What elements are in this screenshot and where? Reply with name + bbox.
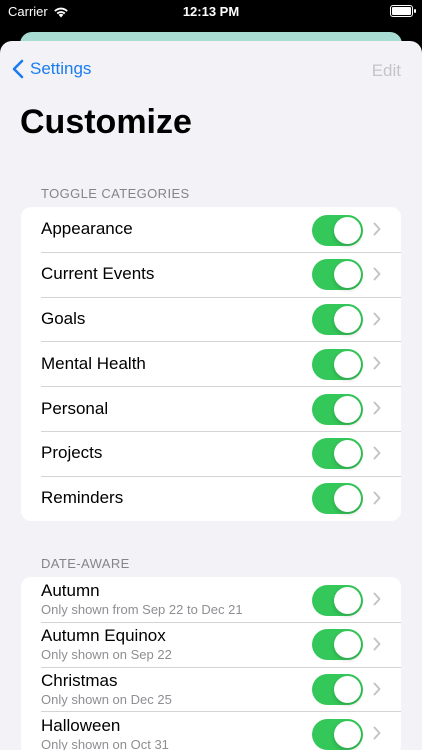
status-time: 12:13 PM — [182, 4, 240, 19]
list-item[interactable]: Mental Health — [21, 341, 401, 386]
toggle-knob — [334, 261, 361, 289]
toggle-switch[interactable] — [312, 348, 363, 380]
toggle-knob — [334, 676, 361, 704]
row-label: Projects — [41, 443, 103, 463]
list-item[interactable]: Personal — [21, 386, 401, 431]
list-item[interactable]: Goals — [21, 296, 401, 342]
toggle-switch[interactable] — [312, 629, 363, 661]
row-label: Goals — [41, 308, 86, 328]
chevron-right-icon — [373, 491, 381, 505]
toggle-knob — [334, 631, 361, 659]
list-item[interactable]: Autumn Only shown from Sep 22 to Dec 21 — [21, 577, 401, 622]
toggle-switch[interactable] — [312, 214, 363, 246]
toggle-knob — [334, 720, 361, 748]
row-subtitle: Only shown on Oct 31 — [41, 736, 169, 750]
row-label: Reminders — [41, 488, 124, 508]
row-subtitle: Only shown from Sep 22 to Dec 21 — [41, 602, 243, 618]
chevron-right-icon — [373, 312, 381, 326]
back-button[interactable]: Settings — [12, 59, 91, 79]
list-item[interactable]: Halloween Only shown on Oct 31 — [21, 711, 401, 750]
row-subtitle: Only shown on Dec 25 — [41, 691, 172, 707]
row-label: Halloween — [41, 715, 121, 735]
row-label: Autumn Equinox — [41, 626, 166, 646]
toggle-knob — [334, 306, 361, 334]
toggle-knob — [334, 440, 361, 468]
row-subtitle: Only shown on Sep 22 — [41, 647, 172, 663]
chevron-right-icon — [373, 356, 381, 370]
toggle-switch[interactable] — [312, 584, 363, 616]
battery-icon — [390, 5, 416, 17]
toggle-knob — [334, 586, 361, 614]
section-header-toggle-categories: TOGGLE CATEGORIES — [41, 186, 190, 201]
row-label: Current Events — [41, 264, 155, 284]
toggle-knob — [334, 216, 361, 244]
toggle-categories-list: Appearance Current Events Goals Mental H… — [21, 207, 401, 521]
date-aware-list: Autumn Only shown from Sep 22 to Dec 21 … — [21, 577, 401, 750]
chevron-right-icon — [373, 222, 381, 236]
list-item[interactable]: Projects — [21, 430, 401, 476]
row-label: Mental Health — [41, 353, 146, 373]
chevron-right-icon — [373, 401, 381, 415]
toggle-switch[interactable] — [312, 718, 363, 750]
list-item[interactable]: Reminders — [21, 475, 401, 521]
section-header-date-aware: DATE-AWARE — [41, 556, 130, 571]
list-item[interactable]: Current Events — [21, 251, 401, 297]
back-button-label: Settings — [30, 59, 92, 78]
list-item[interactable]: Appearance — [21, 207, 401, 252]
edit-button[interactable]: Edit — [372, 61, 401, 81]
chevron-left-icon — [12, 59, 24, 79]
chevron-right-icon — [373, 682, 381, 696]
chevron-right-icon — [373, 637, 381, 651]
page-title: Customize — [20, 103, 192, 141]
row-label: Personal — [41, 398, 109, 418]
toggle-switch[interactable] — [312, 259, 363, 291]
toggle-switch[interactable] — [312, 304, 363, 336]
toggle-switch[interactable] — [312, 674, 363, 706]
row-label: Appearance — [41, 219, 133, 239]
customize-sheet: Settings Edit Customize TOGGLE CATEGORIE… — [0, 41, 422, 750]
toggle-knob — [334, 395, 361, 423]
chevron-right-icon — [373, 726, 381, 740]
status-bar: Carrier 12:13 PM — [0, 0, 422, 26]
toggle-knob — [334, 485, 361, 513]
row-label: Autumn — [41, 581, 100, 601]
row-label: Christmas — [41, 670, 118, 690]
list-item[interactable]: Autumn Equinox Only shown on Sep 22 — [21, 621, 401, 667]
toggle-switch[interactable] — [312, 438, 363, 470]
chevron-right-icon — [373, 446, 381, 460]
list-item[interactable]: Christmas Only shown on Dec 25 — [21, 666, 401, 712]
chevron-right-icon — [373, 592, 381, 606]
toggle-switch[interactable] — [312, 393, 363, 425]
chevron-right-icon — [373, 267, 381, 281]
toggle-knob — [334, 350, 361, 378]
toggle-switch[interactable] — [312, 483, 363, 515]
